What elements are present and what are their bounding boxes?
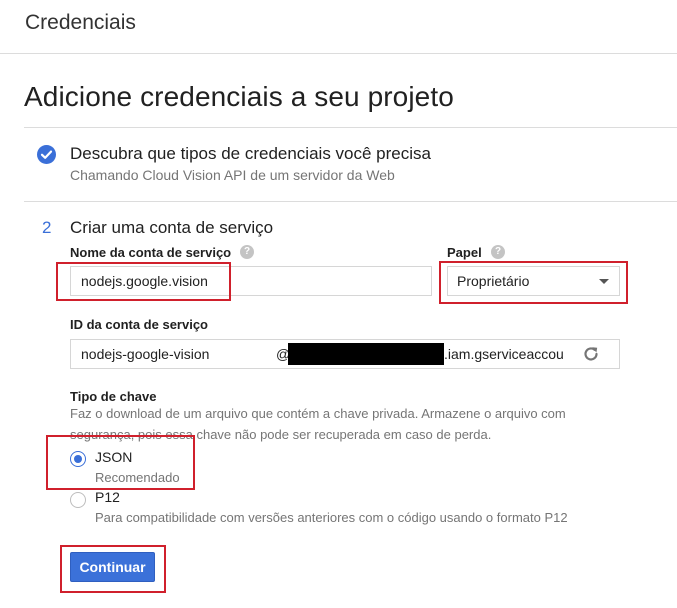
dropdown-arrow-icon bbox=[599, 279, 609, 284]
key-type-description-line1: Faz o download de um arquivo que contém … bbox=[70, 406, 566, 421]
key-type-description-line2: segurança, pois essa chave não pode ser … bbox=[70, 427, 492, 442]
service-account-id-value: nodejs-google-vision bbox=[81, 346, 210, 362]
service-account-id-label: ID da conta de serviço bbox=[70, 317, 208, 332]
radio-json-label[interactable]: JSON bbox=[95, 449, 132, 465]
refresh-icon[interactable] bbox=[581, 344, 601, 364]
service-account-id-input[interactable]: nodejs-google-vision @ .iam.gserviceacco… bbox=[70, 339, 620, 369]
service-account-name-input[interactable]: nodejs.google.vision bbox=[70, 266, 432, 296]
continue-button[interactable]: Continuar bbox=[70, 552, 155, 582]
radio-json-sublabel: Recomendado bbox=[95, 470, 180, 485]
service-account-domain: .iam.gserviceaccou bbox=[444, 346, 564, 362]
role-label: Papel bbox=[447, 245, 482, 260]
step1-title[interactable]: Descubra que tipos de credenciais você p… bbox=[70, 144, 431, 164]
step1-subtitle: Chamando Cloud Vision API de um servidor… bbox=[70, 167, 395, 183]
check-circle-icon bbox=[37, 145, 56, 164]
radio-p12-sublabel: Para compatibilidade com versões anterio… bbox=[95, 510, 568, 525]
key-type-label: Tipo de chave bbox=[70, 389, 157, 404]
page-title: Adicione credenciais a seu projeto bbox=[24, 81, 454, 112]
header-title: Credenciais bbox=[25, 11, 136, 34]
role-selected-value: Proprietário bbox=[457, 273, 530, 289]
title-divider bbox=[24, 127, 677, 128]
role-select[interactable]: Proprietário bbox=[447, 266, 620, 296]
redacted-project-id bbox=[288, 343, 444, 365]
radio-json[interactable] bbox=[70, 451, 86, 467]
help-icon[interactable]: ? bbox=[491, 245, 505, 259]
service-account-name-value: nodejs.google.vision bbox=[81, 273, 208, 289]
radio-p12-label[interactable]: P12 bbox=[95, 489, 120, 505]
step-divider bbox=[24, 201, 677, 202]
radio-p12[interactable] bbox=[70, 492, 86, 508]
step2-number: 2 bbox=[42, 218, 52, 237]
step2-title: Criar uma conta de serviço bbox=[70, 218, 274, 237]
help-icon[interactable]: ? bbox=[240, 245, 254, 259]
header-divider bbox=[0, 53, 677, 54]
service-account-name-label: Nome da conta de serviço bbox=[70, 245, 232, 260]
